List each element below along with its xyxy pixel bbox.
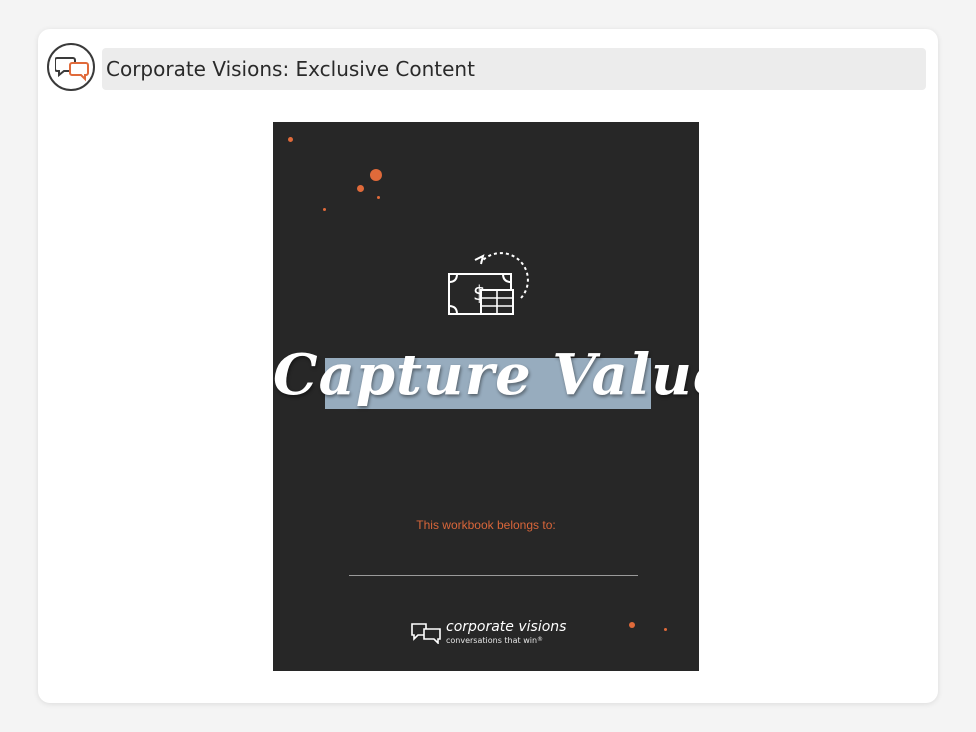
brand-tagline: conversations that win® xyxy=(446,636,543,645)
registered-mark: ® xyxy=(537,636,544,643)
workbook-cover: $ Capture Value This workbook belongs to… xyxy=(273,122,699,671)
page-title: Corporate Visions: Exclusive Content xyxy=(106,57,475,81)
decor-dot xyxy=(377,196,380,199)
decor-dot xyxy=(323,208,326,211)
money-exchange-icon: $ xyxy=(447,252,531,323)
decor-dot xyxy=(357,185,364,192)
belongs-label: This workbook belongs to: xyxy=(416,518,556,532)
header-bar: Corporate Visions: Exclusive Content xyxy=(102,48,926,90)
decor-dot xyxy=(629,622,635,628)
decor-dot xyxy=(664,628,667,631)
brand-name: corporate visions xyxy=(446,619,567,635)
decor-dot xyxy=(370,169,382,181)
content-card: Corporate Visions: Exclusive Content $ C… xyxy=(38,29,938,703)
chat-bubbles-icon xyxy=(411,622,443,649)
logo xyxy=(47,43,95,91)
brand-logo: corporate visions conversations that win… xyxy=(411,618,571,648)
brand-tagline-text: conversations that win xyxy=(446,636,538,645)
decor-dot xyxy=(288,137,293,142)
signature-line xyxy=(349,575,638,576)
cover-title: Capture Value xyxy=(273,342,699,408)
